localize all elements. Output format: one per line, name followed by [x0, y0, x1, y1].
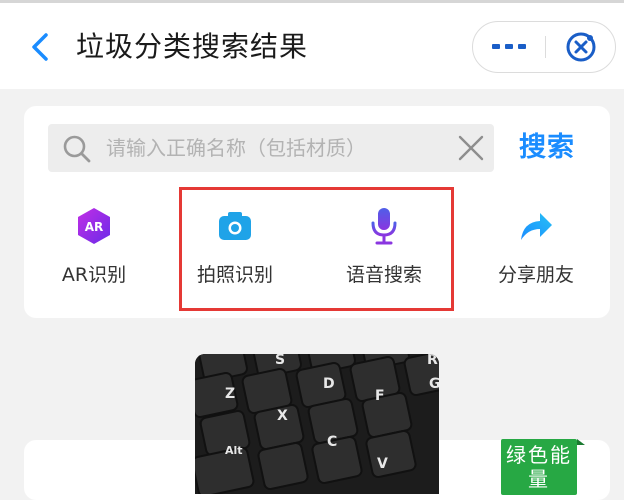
action-label-voice: 语音搜索: [345, 264, 422, 286]
share-friends-button[interactable]: 分享朋友: [472, 202, 600, 298]
keycap-c: C: [327, 434, 337, 450]
keycap-r: R: [427, 354, 438, 368]
camera-icon: [215, 206, 255, 246]
more-button[interactable]: [473, 22, 545, 72]
keycap-f: F: [375, 388, 385, 404]
ar-recognize-button[interactable]: AR AR识别: [30, 202, 158, 298]
nav-header: 垃圾分类搜索结果: [0, 3, 624, 89]
action-label-camera: 拍照识别: [196, 264, 273, 286]
mini-program-capsule: [472, 21, 616, 73]
keycap-d: D: [323, 376, 335, 392]
clear-x-icon[interactable]: [458, 135, 484, 161]
circle-x-icon: [566, 32, 596, 62]
page-title: 垃圾分类搜索结果: [76, 30, 309, 63]
keycap-x: X: [277, 408, 288, 424]
back-button[interactable]: [22, 25, 58, 69]
keyboard-photo: S D F Z X C V Alt G R: [195, 354, 439, 494]
keycap-v: V: [377, 456, 388, 472]
action-label-ar: AR识别: [61, 264, 127, 286]
svg-text:AR: AR: [85, 220, 104, 234]
badge-fold: [577, 439, 585, 445]
close-miniprogram-button[interactable]: [546, 22, 616, 72]
magnifier-icon: [63, 135, 91, 163]
photo-recognize-button[interactable]: 拍照识别: [171, 202, 299, 298]
search-card: 搜索 AR AR识别: [24, 106, 610, 318]
microphone-icon: [364, 206, 404, 246]
action-label-share: 分享朋友: [497, 264, 574, 286]
search-bar: [48, 124, 494, 172]
badge-text: 绿色能量: [506, 443, 572, 491]
search-button[interactable]: 搜索: [512, 124, 582, 172]
result-photo[interactable]: S D F Z X C V Alt G R: [195, 354, 439, 494]
more-dots-icon: [492, 44, 526, 49]
keycap-g: G: [429, 376, 439, 392]
voice-search-button[interactable]: 语音搜索: [320, 202, 448, 298]
chevron-left-icon: [32, 33, 48, 61]
search-input[interactable]: [106, 124, 436, 172]
share-arrow-icon: [516, 206, 556, 246]
keycap-z: Z: [225, 386, 235, 402]
keycap-alt: Alt: [225, 444, 243, 457]
green-energy-badge: 绿色能量: [501, 439, 585, 495]
keycap-s: S: [275, 354, 285, 368]
ar-icon: AR: [74, 206, 114, 246]
